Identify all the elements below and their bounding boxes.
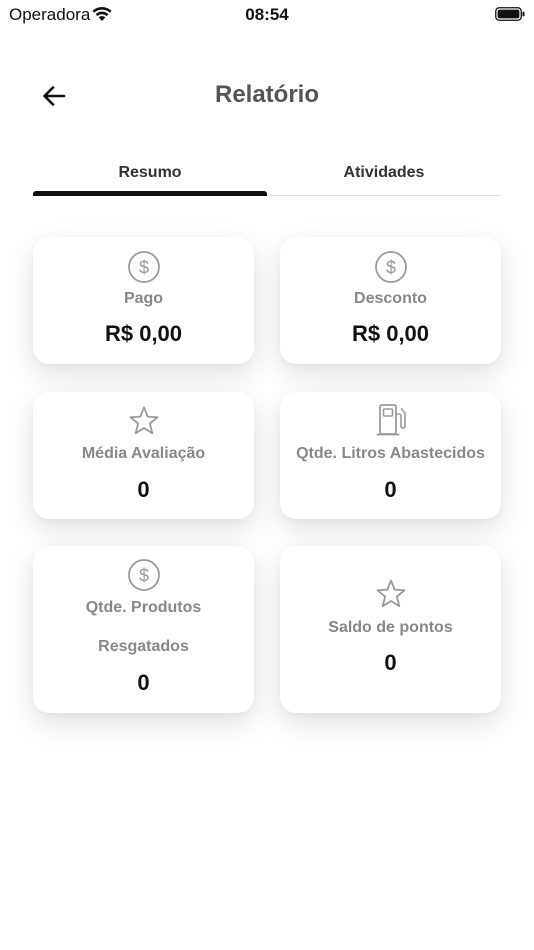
tab-bar: Resumo Atividades (33, 160, 501, 198)
tab-label: Atividades (343, 164, 425, 181)
card-pago: $ Pago R$ 0,00 (33, 237, 254, 364)
active-tab-indicator (33, 191, 267, 196)
star-icon (376, 579, 405, 608)
dollar-circle-icon: $ (127, 559, 160, 591)
status-bar: Operadora 08:54 (0, 0, 534, 30)
card-value: 0 (137, 477, 150, 502)
tab-divider (267, 195, 501, 196)
card-value: 0 (384, 650, 397, 675)
fuel-pump-icon (376, 404, 406, 436)
card-desconto: $ Desconto R$ 0,00 (280, 237, 501, 364)
tab-atividades[interactable]: Atividades (267, 160, 501, 198)
svg-text:$: $ (385, 258, 395, 278)
card-saldo-pontos: Saldo de pontos 0 (280, 546, 501, 713)
card-litros-abastecidos: Qtde. Litros Abastecidos 0 (280, 392, 501, 519)
card-value: 0 (384, 477, 397, 502)
card-label-second-line: Resgatados (98, 638, 189, 655)
battery-icon (495, 7, 525, 21)
card-value: 0 (137, 670, 150, 695)
star-icon (129, 406, 158, 435)
dollar-circle-icon: $ (127, 251, 160, 283)
card-label: Desconto (354, 290, 427, 307)
card-label: Saldo de pontos (328, 619, 453, 636)
card-produtos-resgatados: $ Qtde. Produtos Resgatados 0 (33, 546, 254, 713)
card-label: Média Avaliação (81, 445, 206, 462)
tab-label: Resumo (118, 164, 182, 181)
card-value: R$ 0,00 (351, 321, 430, 346)
svg-text:$: $ (138, 566, 148, 586)
card-label: Pago (123, 290, 164, 307)
card-media-avaliacao: Média Avaliação 0 (33, 392, 254, 519)
card-label: Qtde. Produtos (85, 599, 202, 616)
status-time: 08:54 (245, 5, 289, 24)
card-label: Qtde. Litros Abastecidos (296, 445, 485, 462)
header: Relatório (0, 70, 534, 122)
page-title: Relatório (214, 81, 319, 108)
card-value: R$ 0,00 (104, 321, 183, 346)
dollar-circle-icon: $ (374, 251, 407, 283)
svg-text:$: $ (138, 258, 148, 278)
